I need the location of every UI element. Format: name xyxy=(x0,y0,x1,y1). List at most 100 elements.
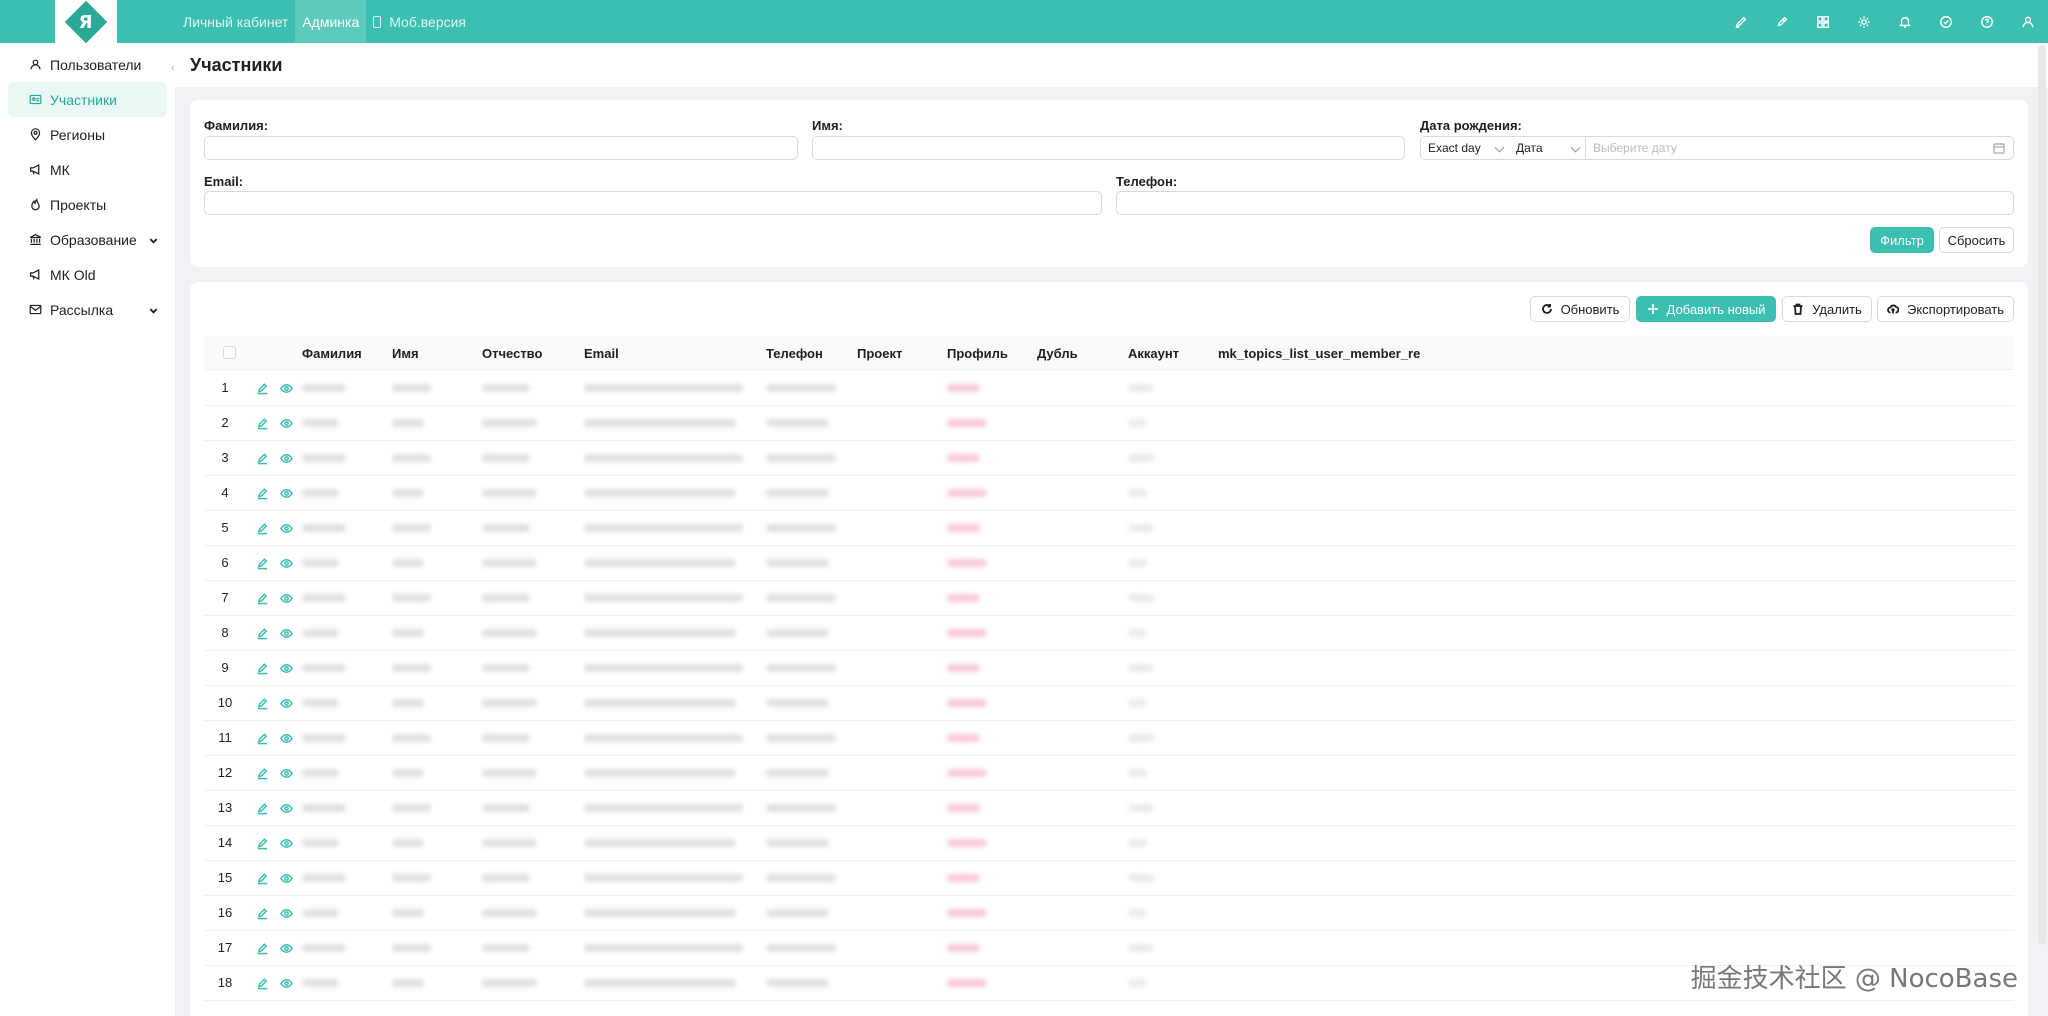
view-icon[interactable] xyxy=(280,557,293,570)
nav-mobile-version[interactable]: Моб.версия xyxy=(366,0,473,43)
table-row[interactable]: 5 xyxy=(204,511,2014,546)
view-icon[interactable] xyxy=(280,942,293,955)
edit-icon[interactable] xyxy=(256,732,269,745)
view-icon[interactable] xyxy=(280,837,293,850)
column-header-account[interactable]: Аккаунт xyxy=(1128,346,1179,361)
name-input[interactable] xyxy=(812,136,1405,160)
column-header-profile[interactable]: Профиль xyxy=(947,346,1008,361)
help-icon[interactable] xyxy=(1966,0,2007,43)
table-row[interactable]: 3 xyxy=(204,441,2014,476)
edit-icon[interactable] xyxy=(256,522,269,535)
table-row[interactable]: 10 xyxy=(204,686,2014,721)
edit-icon[interactable] xyxy=(256,557,269,570)
column-header-patronymic[interactable]: Отчество xyxy=(482,346,542,361)
table-row[interactable]: 7 xyxy=(204,581,2014,616)
view-icon[interactable] xyxy=(280,872,293,885)
sidebar-item-regions[interactable]: Регионы xyxy=(8,117,167,152)
table-row[interactable]: 8 xyxy=(204,616,2014,651)
sidebar-item-education[interactable]: Образование xyxy=(8,222,167,257)
view-icon[interactable] xyxy=(280,732,293,745)
table-row[interactable]: 2 xyxy=(204,406,2014,441)
view-icon[interactable] xyxy=(280,417,293,430)
sidebar-item-participants[interactable]: Участники xyxy=(8,82,167,117)
phone-input[interactable] xyxy=(1116,191,2014,215)
view-icon[interactable] xyxy=(280,662,293,675)
edit-icon[interactable] xyxy=(256,382,269,395)
edit-icon[interactable] xyxy=(256,802,269,815)
view-icon[interactable] xyxy=(280,592,293,605)
table-row[interactable]: 11 xyxy=(204,721,2014,756)
column-header-mk-topics[interactable]: mk_topics_list_user_member_re xyxy=(1218,346,1420,361)
edit-icon[interactable] xyxy=(256,697,269,710)
edit-icon[interactable] xyxy=(256,487,269,500)
sidebar-item-mailing[interactable]: Рассылка xyxy=(8,292,167,327)
surname-input[interactable] xyxy=(204,136,798,160)
birthdate-mode-select[interactable]: Exact day xyxy=(1420,136,1510,160)
edit-icon[interactable] xyxy=(256,662,269,675)
column-header-email[interactable]: Email xyxy=(584,346,619,361)
view-icon[interactable] xyxy=(280,382,293,395)
bell-icon[interactable] xyxy=(1884,0,1925,43)
edit-icon[interactable] xyxy=(256,417,269,430)
redacted-cell xyxy=(584,979,736,987)
check-circle-icon[interactable] xyxy=(1925,0,1966,43)
sidebar-item-users[interactable]: Пользователи xyxy=(8,47,167,82)
select-all-checkbox[interactable] xyxy=(223,346,236,359)
column-header-surname[interactable]: Фамилия xyxy=(302,346,362,361)
nav-admin[interactable]: Админка xyxy=(295,0,367,43)
edit-icon[interactable] xyxy=(256,767,269,780)
sidebar-item-projects[interactable]: Проекты xyxy=(8,187,167,222)
pencil-icon[interactable] xyxy=(1761,0,1802,43)
reset-button[interactable]: Сбросить xyxy=(1939,227,2014,253)
edit-icon[interactable] xyxy=(256,837,269,850)
filter-button[interactable]: Фильтр xyxy=(1870,227,1934,253)
column-header-name[interactable]: Имя xyxy=(392,346,419,361)
email-input[interactable] xyxy=(204,191,1102,215)
view-icon[interactable] xyxy=(280,522,293,535)
table-row[interactable]: 13 xyxy=(204,791,2014,826)
grid-icon[interactable] xyxy=(1802,0,1843,43)
table-row[interactable]: 9 xyxy=(204,651,2014,686)
birthdate-picker[interactable]: Выберите дату xyxy=(1586,136,2014,160)
edit-icon[interactable] xyxy=(256,627,269,640)
view-icon[interactable] xyxy=(280,697,293,710)
edit-icon[interactable] xyxy=(256,977,269,990)
table-row[interactable]: 15 xyxy=(204,861,2014,896)
table-row[interactable]: 1 xyxy=(204,371,2014,406)
refresh-button[interactable]: Обновить xyxy=(1530,296,1630,322)
edit-icon[interactable] xyxy=(256,452,269,465)
table-row[interactable]: 6 xyxy=(204,546,2014,581)
edit-icon[interactable] xyxy=(256,872,269,885)
brush-icon[interactable] xyxy=(1720,0,1761,43)
view-icon[interactable] xyxy=(280,907,293,920)
column-header-duplicate[interactable]: Дубль xyxy=(1037,346,1078,361)
page-scrollbar[interactable] xyxy=(2038,45,2046,945)
view-icon[interactable] xyxy=(280,767,293,780)
edit-icon[interactable] xyxy=(256,592,269,605)
user-icon[interactable] xyxy=(2007,0,2048,43)
column-header-phone[interactable]: Телефон xyxy=(766,346,823,361)
logo[interactable]: Я xyxy=(55,0,117,43)
chevron-down-icon[interactable] xyxy=(148,303,159,319)
birthdate-type-select[interactable]: Дата xyxy=(1509,136,1586,160)
view-icon[interactable] xyxy=(280,627,293,640)
edit-icon[interactable] xyxy=(256,942,269,955)
sidebar-item-mk[interactable]: МК xyxy=(8,152,167,187)
view-icon[interactable] xyxy=(280,452,293,465)
gear-icon[interactable] xyxy=(1843,0,1884,43)
table-row[interactable]: 16 xyxy=(204,896,2014,931)
view-icon[interactable] xyxy=(280,802,293,815)
table-row[interactable]: 14 xyxy=(204,826,2014,861)
view-icon[interactable] xyxy=(280,977,293,990)
nav-personal-cabinet[interactable]: Личный кабинет xyxy=(176,0,295,43)
sidebar-item-mk-old[interactable]: МК Old xyxy=(8,257,167,292)
edit-icon[interactable] xyxy=(256,907,269,920)
view-icon[interactable] xyxy=(280,487,293,500)
export-button[interactable]: Экспортировать xyxy=(1877,296,2014,322)
table-row[interactable]: 12 xyxy=(204,756,2014,791)
delete-button[interactable]: Удалить xyxy=(1782,296,1872,322)
chevron-down-icon[interactable] xyxy=(148,233,159,249)
column-header-project[interactable]: Проект xyxy=(857,346,902,361)
table-row[interactable]: 4 xyxy=(204,476,2014,511)
add-new-button[interactable]: Добавить новый xyxy=(1636,296,1776,322)
